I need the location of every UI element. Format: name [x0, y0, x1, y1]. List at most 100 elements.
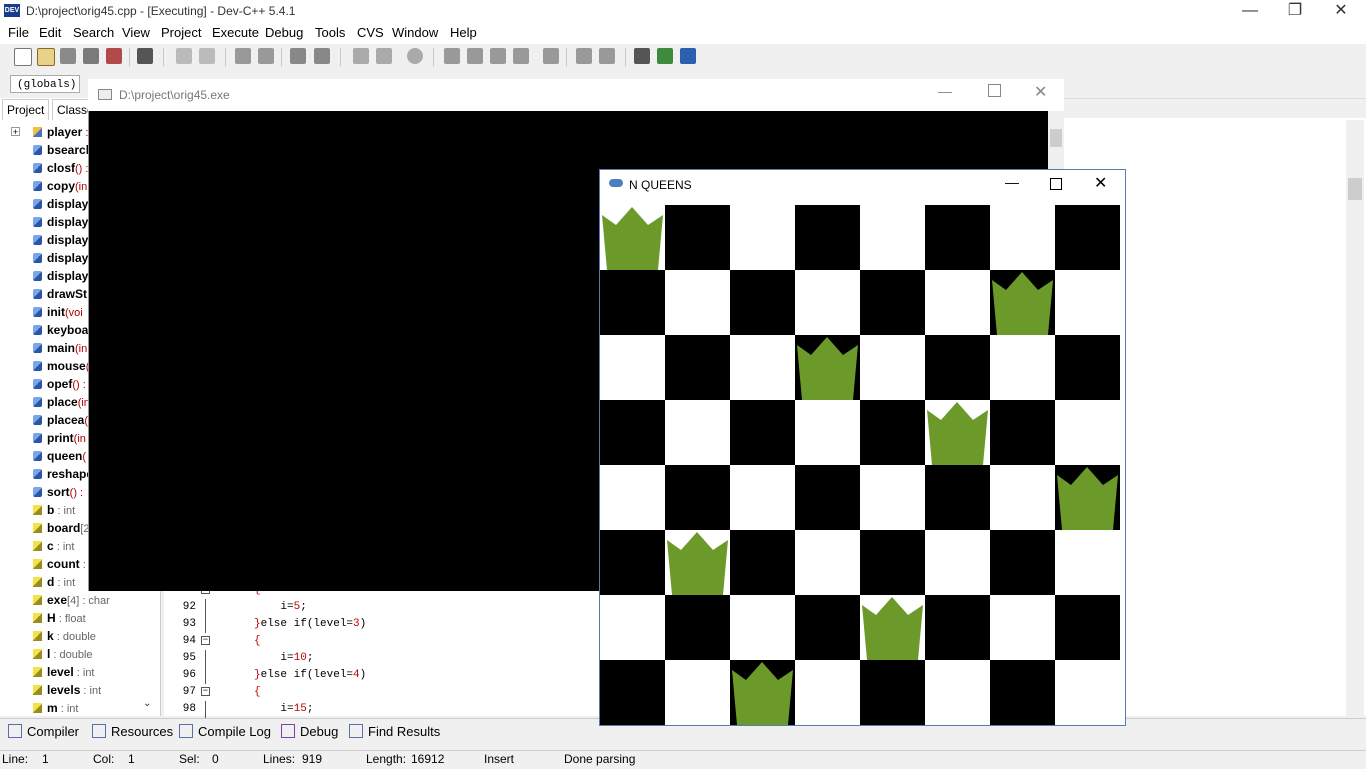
board-square[interactable]: [795, 270, 860, 335]
minimize-button[interactable]: —: [1227, 0, 1273, 22]
board-square[interactable]: [990, 465, 1055, 530]
board-square[interactable]: [860, 205, 925, 270]
board-square[interactable]: [795, 400, 860, 465]
tree-item-level[interactable]: level : int: [0, 663, 158, 681]
nqueens-maximize-button[interactable]: [1050, 178, 1062, 190]
compile-icon[interactable]: [444, 48, 460, 64]
board-square[interactable]: [990, 335, 1055, 400]
board-square[interactable]: [795, 205, 860, 270]
board-square[interactable]: [925, 205, 990, 270]
board-square[interactable]: [795, 530, 860, 595]
console-scroll-thumb[interactable]: [1050, 129, 1062, 147]
tab-project[interactable]: Project: [2, 99, 50, 120]
board-square[interactable]: [730, 270, 795, 335]
board-square[interactable]: [600, 465, 665, 530]
code-line[interactable]: 97− {: [164, 684, 594, 701]
editor-scrollbar[interactable]: [1346, 120, 1364, 716]
menu-search[interactable]: Search: [73, 25, 114, 40]
menu-debug[interactable]: Debug: [265, 25, 303, 40]
code-line[interactable]: 96}else if(level=4): [164, 667, 594, 684]
restore-button[interactable]: ❐: [1272, 0, 1318, 22]
console-title-bar[interactable]: D:\project\orig45.exe — ✕: [88, 79, 1064, 111]
goto-bookmark-icon[interactable]: [680, 48, 696, 64]
open-file-icon[interactable]: [37, 48, 55, 66]
nqueens-title-bar[interactable]: N QUEENS — ✕: [600, 170, 1125, 201]
new-file-icon[interactable]: [14, 48, 32, 66]
tab-resources[interactable]: Resources: [92, 723, 173, 741]
board-square[interactable]: [730, 465, 795, 530]
tree-item-h[interactable]: H : float: [0, 609, 158, 627]
tree-item-exe[interactable]: exe[4] : char: [0, 591, 158, 609]
bookmark-icon[interactable]: [314, 48, 330, 64]
undo-icon[interactable]: [176, 48, 192, 64]
board-square[interactable]: [860, 660, 925, 725]
globals-combo[interactable]: (globals): [10, 75, 80, 93]
run-icon[interactable]: [467, 48, 483, 64]
board-square[interactable]: [925, 660, 990, 725]
board-square[interactable]: [795, 595, 860, 660]
indent-icon[interactable]: [353, 48, 369, 64]
tree-scroll-down-icon[interactable]: ⌄: [143, 698, 151, 709]
fold-toggle-icon[interactable]: −: [201, 687, 210, 696]
board-square[interactable]: [925, 595, 990, 660]
tab-debug[interactable]: Debug: [281, 723, 338, 741]
tree-item-l[interactable]: l : double: [0, 645, 158, 663]
board-square[interactable]: [925, 335, 990, 400]
menu-window[interactable]: Window: [392, 25, 438, 40]
board-square[interactable]: [600, 595, 665, 660]
nqueens-close-button[interactable]: ✕: [1094, 173, 1107, 193]
new-project-icon[interactable]: [576, 48, 592, 64]
board-square[interactable]: [925, 270, 990, 335]
board-square[interactable]: [600, 335, 665, 400]
save-icon[interactable]: [60, 48, 76, 64]
tree-item-m[interactable]: m : int: [0, 699, 158, 717]
nqueens-minimize-button[interactable]: —: [1005, 174, 1019, 190]
code-line[interactable]: 98 i=15;: [164, 701, 594, 718]
board-square[interactable]: [600, 530, 665, 595]
board-square[interactable]: [990, 400, 1055, 465]
menu-cvs[interactable]: CVS: [357, 25, 384, 40]
board-square[interactable]: [730, 530, 795, 595]
board-square[interactable]: [925, 465, 990, 530]
close-file-icon[interactable]: [106, 48, 122, 64]
rebuild-icon[interactable]: [513, 48, 529, 64]
board-square[interactable]: [600, 400, 665, 465]
board-square[interactable]: [990, 205, 1055, 270]
board-square[interactable]: [795, 660, 860, 725]
save-all-icon[interactable]: [83, 48, 99, 64]
board-square[interactable]: [730, 335, 795, 400]
menu-view[interactable]: View: [122, 25, 150, 40]
fold-toggle-icon[interactable]: −: [201, 636, 210, 645]
board-square[interactable]: [665, 335, 730, 400]
board-square[interactable]: [1055, 400, 1120, 465]
board-square[interactable]: [730, 205, 795, 270]
board-square[interactable]: [665, 465, 730, 530]
board-square[interactable]: [1055, 530, 1120, 595]
unindent-icon[interactable]: [376, 48, 392, 64]
menu-execute[interactable]: Execute: [212, 25, 259, 40]
board-square[interactable]: [665, 660, 730, 725]
find-icon[interactable]: [235, 48, 251, 64]
tree-item-levels[interactable]: levels : int: [0, 681, 158, 699]
menu-project[interactable]: Project: [161, 25, 201, 40]
board-square[interactable]: [730, 595, 795, 660]
console-close-button[interactable]: ✕: [1034, 82, 1047, 102]
project-options-icon[interactable]: [599, 48, 615, 64]
board-square[interactable]: [860, 270, 925, 335]
board-square[interactable]: [925, 530, 990, 595]
menu-help[interactable]: Help: [450, 25, 477, 40]
board-square[interactable]: [600, 660, 665, 725]
code-line[interactable]: 93}else if(level=3): [164, 616, 594, 633]
code-line[interactable]: 92 i=5;: [164, 599, 594, 616]
code-line[interactable]: 95 i=10;: [164, 650, 594, 667]
board-square[interactable]: [665, 270, 730, 335]
tab-find-results[interactable]: Find Results: [349, 723, 440, 741]
check-syntax-icon[interactable]: [543, 48, 559, 64]
board-square[interactable]: [665, 400, 730, 465]
board-square[interactable]: [990, 660, 1055, 725]
board-square[interactable]: [1055, 660, 1120, 725]
board-square[interactable]: [1055, 205, 1120, 270]
redo-icon[interactable]: [199, 48, 215, 64]
code-line[interactable]: 94− {: [164, 633, 594, 650]
toggle-comment-icon[interactable]: [407, 48, 423, 64]
